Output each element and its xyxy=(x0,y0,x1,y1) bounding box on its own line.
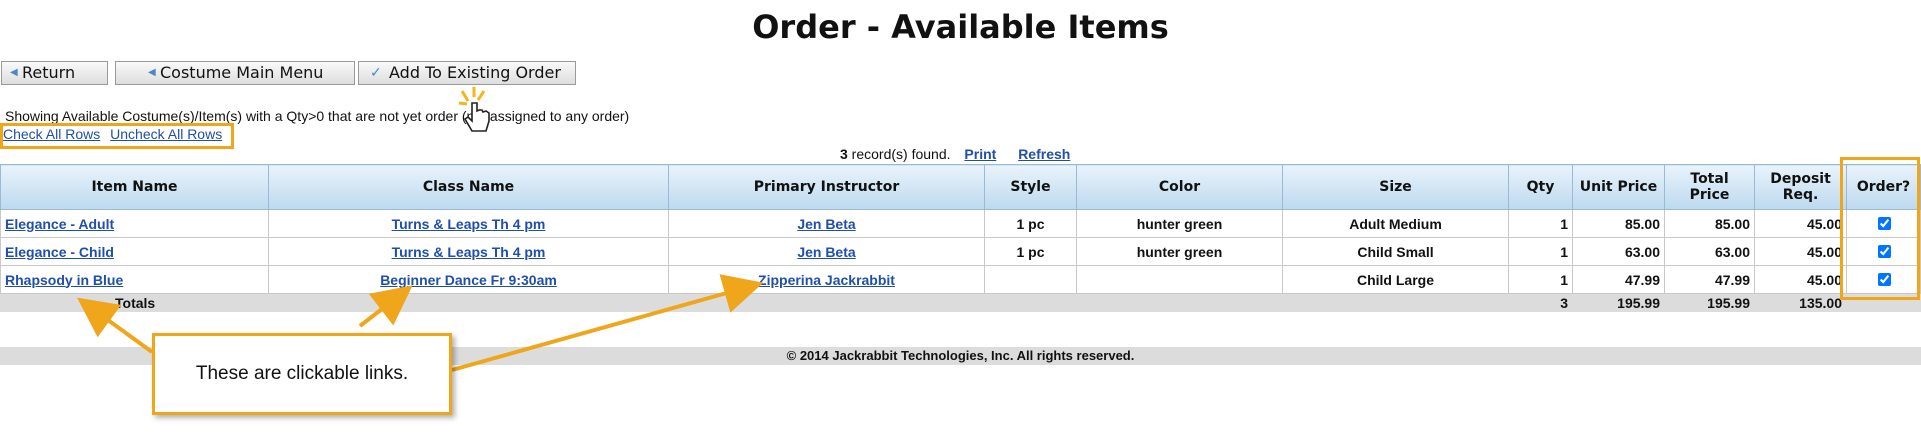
arrow-to-class-link xyxy=(358,285,413,328)
arrow-to-instructor-link xyxy=(451,274,764,372)
annotation-callout: These are clickable links. xyxy=(152,333,452,415)
arrow-to-item-link xyxy=(77,297,154,354)
hand-pointer-icon xyxy=(458,87,490,132)
